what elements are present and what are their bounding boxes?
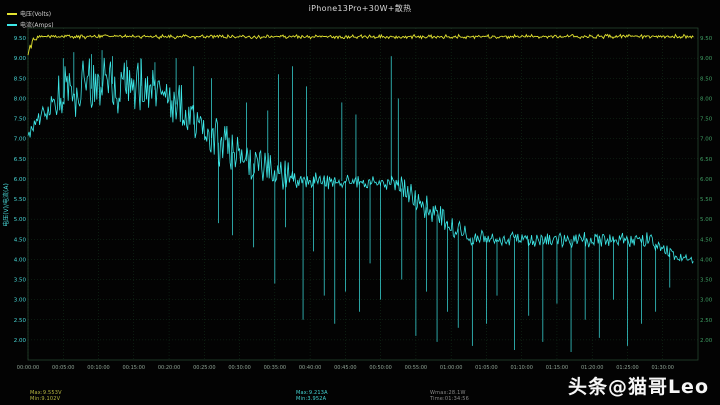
svg-text:8.50: 8.50 [14,76,27,82]
svg-text:3.50: 3.50 [700,278,713,284]
current-line-swatch [7,24,17,26]
legend-label-voltage: 电压(Volts) [20,9,51,18]
svg-text:3.00: 3.00 [700,298,713,304]
svg-text:8.00: 8.00 [14,96,27,102]
svg-text:7.50: 7.50 [14,117,27,123]
svg-text:00:20:00: 00:20:00 [158,365,180,371]
svg-text:01:15:00: 01:15:00 [546,365,568,371]
legend-item-voltage[interactable]: 电压(Volts) [7,9,54,18]
svg-text:7.00: 7.00 [14,137,27,143]
svg-text:9.00: 9.00 [700,56,713,62]
series-spikes-1 [63,50,670,352]
svg-text:00:00:00: 00:00:00 [17,365,39,371]
legend-item-current[interactable]: 电流(Amps) [7,20,54,29]
voltage-stats: Max:9.553V Min:9.102V [30,390,62,402]
svg-text:2.00: 2.00 [700,338,713,344]
svg-text:6.00: 6.00 [14,177,27,183]
svg-text:00:30:00: 00:30:00 [228,365,250,371]
svg-text:00:40:00: 00:40:00 [299,365,321,371]
series-line-0 [28,35,693,56]
voltage-line-swatch [7,13,17,15]
svg-text:4.00: 4.00 [14,257,27,263]
svg-text:3.50: 3.50 [14,278,27,284]
svg-text:5.00: 5.00 [14,217,27,223]
current-stats: Max:9.213A Min:3.952A [296,390,328,402]
svg-text:8.50: 8.50 [700,76,713,82]
chart-canvas[interactable]: 9.50 9.00 8.50 8.00 7.50 7.00 6.50 6.00 5.50 5.00… [0,0,720,405]
svg-text:2.00: 2.00 [14,338,27,344]
svg-text:01:10:00: 01:10:00 [510,365,532,371]
svg-text:00:15:00: 00:15:00 [123,365,145,371]
svg-text:01:00:00: 01:00:00 [440,365,462,371]
svg-text:00:25:00: 00:25:00 [193,365,215,371]
svg-text:2.50: 2.50 [14,318,27,324]
svg-text:4.50: 4.50 [14,237,27,243]
svg-text:8.00: 8.00 [700,96,713,102]
svg-text:00:55:00: 00:55:00 [405,365,427,371]
plot-border [28,28,698,360]
svg-text:01:25:00: 01:25:00 [616,365,638,371]
svg-text:2.50: 2.50 [700,318,713,324]
watermark: 头条@猫哥Leo [568,372,709,399]
voltage-min-readout: Min:9.102V [30,396,62,402]
svg-text:00:10:00: 00:10:00 [87,365,109,371]
svg-text:6.50: 6.50 [14,157,27,163]
svg-text:00:35:00: 00:35:00 [264,365,286,371]
svg-text:4.00: 4.00 [700,257,713,263]
y-axis-label: 电压(V)/电流(A) [2,183,10,227]
svg-text:01:05:00: 01:05:00 [475,365,497,371]
svg-text:5.50: 5.50 [700,197,713,203]
y-axis-ticks-left: 9.50 9.00 8.50 8.00 7.50 7.00 6.50 6.00 5.50 5.00… [14,36,27,344]
svg-text:9.50: 9.50 [14,36,27,42]
svg-text:00:50:00: 00:50:00 [369,365,391,371]
svg-text:6.50: 6.50 [700,157,713,163]
svg-text:00:05:00: 00:05:00 [52,365,74,371]
svg-text:9.50: 9.50 [700,36,713,42]
svg-text:01:30:00: 01:30:00 [652,365,674,371]
power-monitor-window: 9.50 9.00 8.50 8.00 7.50 7.00 6.50 6.00 5.50 5.00… [0,0,720,405]
svg-text:7.00: 7.00 [700,137,713,143]
series-line-1 [28,58,693,263]
chart-title: iPhone13Pro+30W+散热 [0,3,720,14]
svg-text:5.50: 5.50 [14,197,27,203]
legend: 电压(Volts) 电流(Amps) [7,9,54,29]
svg-text:4.50: 4.50 [700,237,713,243]
svg-text:7.50: 7.50 [700,117,713,123]
svg-text:6.00: 6.00 [700,177,713,183]
svg-text:01:20:00: 01:20:00 [581,365,603,371]
x-axis-ticks: 00:00:00 00:05:00 00:10:00 00:15:00 00:20:00… [17,365,674,371]
y-axis-ticks-right: 9.50 9.00 8.50 8.00 7.50 7.00 6.50 6.00 5.50 5.00… [700,36,713,344]
grid [28,28,698,360]
svg-text:9.00: 9.00 [14,56,27,62]
svg-text:00:45:00: 00:45:00 [334,365,356,371]
misc-stats: Wmax:28.1W Time:01:34:56 [430,390,469,402]
current-min-readout: Min:3.952A [296,396,328,402]
svg-text:3.00: 3.00 [14,298,27,304]
elapsed-time-readout: Time:01:34:56 [430,396,469,402]
legend-label-current: 电流(Amps) [20,20,54,29]
svg-text:5.00: 5.00 [700,217,713,223]
